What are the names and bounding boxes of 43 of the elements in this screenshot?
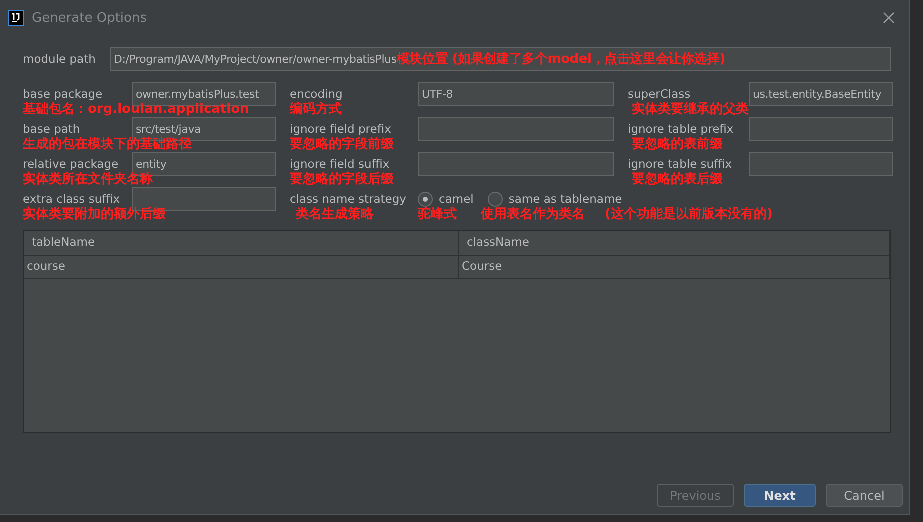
close-icon[interactable] [883, 12, 895, 24]
radio-option[interactable]: camel [418, 192, 474, 206]
field-value: D:/Program/JAVA/MyProject/owner/owner-mybatisPlus [114, 52, 397, 66]
annotation: 编码方式 [290, 102, 342, 117]
annotation: 要忽略的表后缀 [632, 172, 723, 187]
module-path-field[interactable]: D:/Program/JAVA/MyProject/owner/owner-mybatisPlus模块位置 (如果创建了多个model，点击这里会让你选择) [110, 47, 891, 71]
field-label: module path [23, 52, 97, 66]
field-label: ignore field prefix [290, 122, 392, 136]
dialog-button[interactable]: Cancel [826, 484, 903, 507]
annotation: 类名生成策略 [296, 207, 374, 222]
table-cell: Course [459, 256, 890, 278]
column-header[interactable]: tableName [24, 231, 459, 255]
field-label: extra class suffix [23, 192, 122, 206]
field-label: relative package [23, 157, 120, 171]
annotation: 要忽略的字段后缀 [290, 172, 394, 187]
field-label: ignore table suffix [628, 157, 734, 171]
annotation: 要忽略的表前缀 [632, 137, 723, 152]
window-title: Generate Options [32, 10, 148, 26]
annotation: 使用表名作为类名 [481, 207, 585, 222]
column-header[interactable]: className [459, 231, 890, 255]
field-label: base path [23, 122, 82, 136]
annotation: 要忽略的字段前缀 [290, 137, 394, 152]
table-cell: course [24, 256, 459, 278]
field-label: class name strategy [290, 192, 408, 206]
text-field[interactable] [418, 117, 614, 141]
radio-option[interactable]: same as tablename [488, 192, 622, 206]
field-label: ignore field suffix [290, 157, 391, 171]
annotation: 实体类要附加的额外后缀 [23, 207, 166, 222]
text-field[interactable] [418, 152, 614, 176]
primary-button[interactable]: Next [744, 484, 816, 507]
field-label: superClass [628, 87, 692, 101]
annotation: 实体类要继承的父类 [632, 102, 749, 117]
annotation: (这个功能是以前版本没有的) [605, 207, 773, 222]
annotation: 驼峰式 [418, 207, 457, 222]
field-label: base package [23, 87, 104, 101]
text-field[interactable]: UTF-8 [418, 82, 614, 106]
text-field[interactable] [749, 152, 893, 176]
field-label: encoding [290, 87, 344, 101]
text-field[interactable] [749, 117, 893, 141]
text-field[interactable]: us.test.entity.BaseEntity [749, 82, 893, 106]
annotation: 模块位置 (如果创建了多个model，点击这里会让你选择) [396, 52, 726, 66]
app-logo-icon [8, 10, 24, 26]
field-label: ignore table prefix [628, 122, 735, 136]
